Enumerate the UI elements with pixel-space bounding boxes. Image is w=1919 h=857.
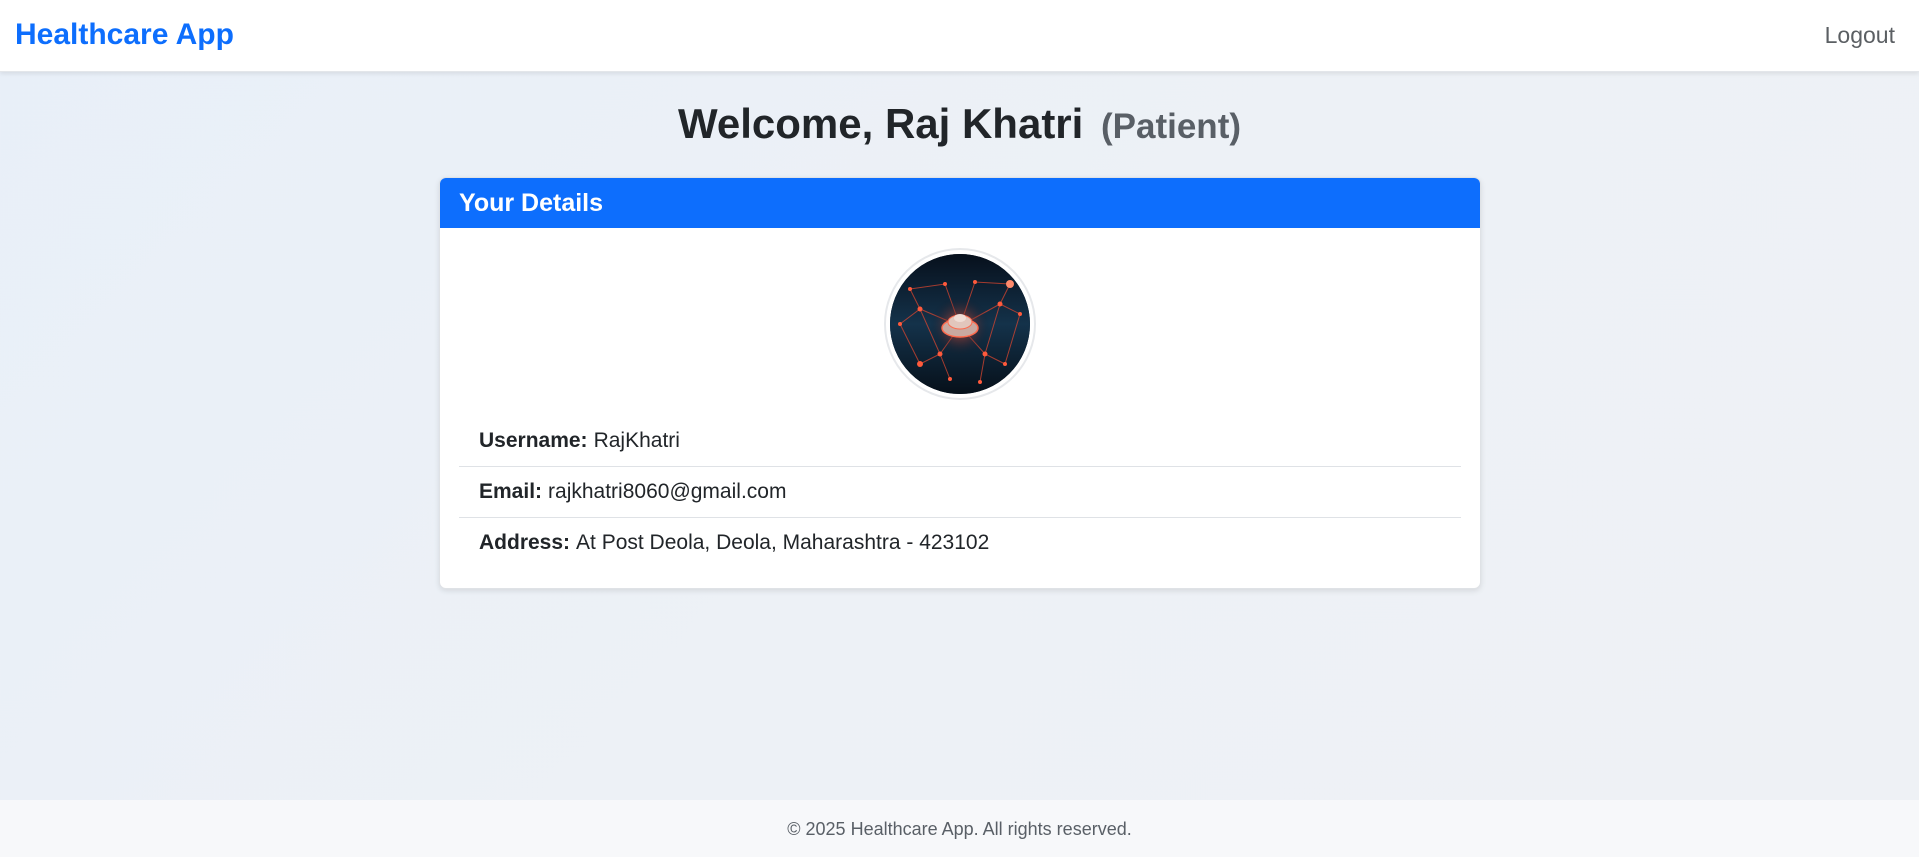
- address-value: At Post Deola, Deola, Maharashtra - 4231…: [576, 531, 990, 554]
- top-navbar: Healthcare App Logout: [0, 0, 1919, 72]
- brand-link[interactable]: Healthcare App: [15, 16, 234, 54]
- detail-address: Address: At Post Deola, Deola, Maharashtr…: [459, 518, 1461, 569]
- footer-text: © 2025 Healthcare App. All rights reserv…: [787, 819, 1132, 839]
- address-label: Address:: [479, 531, 571, 554]
- username-label: Username:: [479, 429, 588, 452]
- detail-username: Username: RajKhatri: [459, 416, 1461, 467]
- email-label: Email:: [479, 480, 543, 503]
- details-list: Username: RajKhatri Email: rajkhatri8060@g…: [459, 416, 1461, 569]
- card-header: Your Details: [440, 178, 1480, 228]
- username-value: RajKhatri: [593, 429, 680, 452]
- page-title: Welcome, Raj Khatri (Patient): [0, 98, 1919, 153]
- logout-link[interactable]: Logout: [1825, 19, 1895, 51]
- user-role: (Patient): [1101, 107, 1241, 146]
- user-name: Raj Khatri: [884, 100, 1084, 147]
- welcome-prefix: Welcome,: [677, 100, 885, 147]
- detail-email: Email: rajkhatri8060@gmail.com: [459, 467, 1461, 518]
- email-value: rajkhatri8060@gmail.com: [548, 480, 787, 503]
- avatar: [886, 250, 1034, 398]
- footer: © 2025 Healthcare App. All rights reserv…: [0, 800, 1919, 857]
- details-card: Your Details Username: RajKhatri Email: …: [439, 177, 1481, 589]
- avatar-image: [890, 254, 1030, 394]
